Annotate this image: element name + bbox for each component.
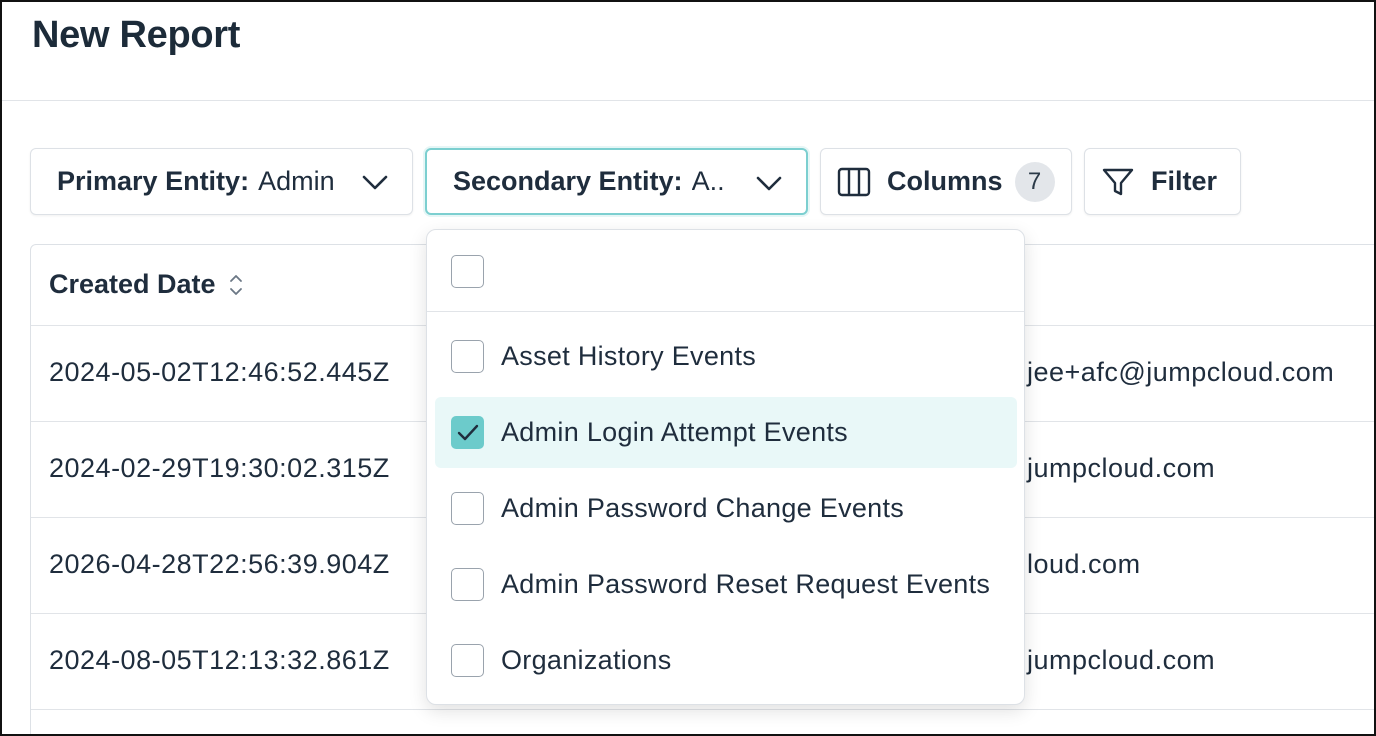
primary-entity-value: Admin [258,166,335,196]
secondary-entity-dropdown: Asset History Events Admin Login Attempt… [426,229,1025,705]
chevron-down-icon [756,176,782,191]
secondary-entity-value: A.. [691,166,725,196]
option-checkbox[interactable] [451,340,484,373]
option-label: Admin Login Attempt Events [501,417,848,447]
option-checkbox[interactable] [451,568,484,601]
option-label: Organizations [501,645,672,675]
columns-icon [837,167,871,196]
filter-button[interactable]: Filter [1084,148,1241,215]
check-icon [457,424,479,441]
secondary-entity-label: Secondary Entity: [453,166,683,196]
primary-entity-select[interactable]: Primary Entity: Admin [30,148,413,215]
column-header-label: Created Date [49,269,216,299]
dropdown-option-admin-password-reset-request-events[interactable]: Admin Password Reset Request Events [435,549,1017,620]
table-cell-date: 2024-02-29T19:30:02.315Z [49,453,390,483]
option-label: Asset History Events [501,341,757,371]
filter-icon [1102,168,1134,195]
table-cell-email: jumpcloud.com [1027,645,1216,675]
filter-label: Filter [1151,166,1218,196]
option-label: Admin Password Change Events [501,493,905,523]
option-checkbox-checked[interactable] [451,416,484,449]
option-label: Admin Password Reset Request Events [501,569,991,599]
table-cell-date: 2024-08-05T12:13:32.861Z [49,645,390,675]
table-cell-date: 2024-05-02T12:46:52.445Z [49,357,390,387]
option-checkbox[interactable] [451,492,484,525]
dropdown-option-asset-history-events[interactable]: Asset History Events [435,321,1017,392]
app-window: New Report Primary Entity: Admin Seconda… [0,0,1376,736]
header-divider [2,100,1374,101]
table-cell-date: 2026-04-28T22:56:39.904Z [49,549,390,579]
column-header-created-date[interactable]: Created Date [49,269,246,300]
row-divider [31,709,1374,710]
sort-icon[interactable] [226,271,246,299]
secondary-entity-select[interactable]: Secondary Entity: A.. [425,148,808,215]
table-cell-email: jumpcloud.com [1027,453,1216,483]
chevron-down-icon [362,175,388,190]
dropdown-option-admin-password-change-events[interactable]: Admin Password Change Events [435,473,1017,544]
dropdown-divider [427,311,1024,312]
option-checkbox[interactable] [451,644,484,677]
primary-entity-label: Primary Entity: [57,166,250,196]
table-cell-email: jee+afc@jumpcloud.com [1027,357,1335,387]
dropdown-option-admin-login-attempt-events[interactable]: Admin Login Attempt Events [435,397,1017,468]
dropdown-option-organizations[interactable]: Organizations [435,625,1017,696]
page-title: New Report [32,14,241,56]
select-all-checkbox[interactable] [451,255,484,288]
columns-count-badge: 7 [1014,161,1055,202]
columns-button[interactable]: Columns 7 [820,148,1072,215]
columns-label: Columns [887,166,1003,196]
table-cell-email: loud.com [1027,549,1141,579]
